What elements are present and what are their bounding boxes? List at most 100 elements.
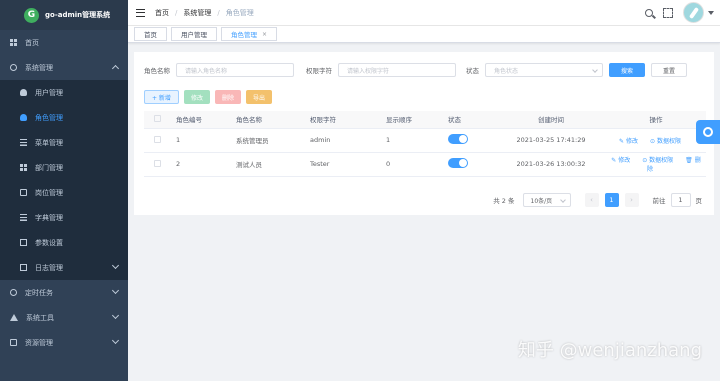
cell-created: 2021-03-26 13:00:32: [496, 152, 606, 177]
sidebar-item-posts[interactable]: 岗位管理: [0, 180, 128, 205]
caret-down-icon[interactable]: [708, 10, 714, 15]
next-page-button[interactable]: ›: [624, 193, 639, 207]
fullscreen-icon[interactable]: [663, 7, 673, 18]
row-edit-link[interactable]: ✎ 修改: [611, 157, 636, 164]
role-key-input[interactable]: 请输入权限字符: [338, 63, 456, 77]
post-icon: [20, 189, 27, 196]
row-data-scope-label: 数据权限: [649, 157, 674, 164]
breadcrumb-system[interactable]: 系统管理: [183, 8, 211, 18]
chevron-down-icon: [559, 197, 566, 203]
goto-suffix: 页: [695, 197, 703, 205]
sidebar-item-label: 日志管理: [35, 263, 63, 272]
status-select[interactable]: 角色状态: [485, 63, 603, 77]
search-button[interactable]: 搜索: [609, 63, 645, 77]
sidebar-item-label: 菜单管理: [35, 138, 63, 147]
watermark: 知乎 @wenjianzhang: [517, 340, 702, 361]
sidebar-item-home[interactable]: 首页: [0, 30, 128, 55]
cell-role-id: 2: [176, 152, 236, 177]
role-name-label: 角色名称: [144, 67, 170, 75]
row-select-cell: [144, 152, 176, 177]
sidebar-item-label: 角色管理: [35, 113, 63, 122]
sidebar-item-dict[interactable]: 字典管理: [0, 205, 128, 230]
cell-role-id: 1: [176, 128, 236, 153]
hamburger-icon[interactable]: [136, 8, 145, 17]
export-button[interactable]: 导出: [245, 90, 272, 104]
sidebar-item-params[interactable]: 参数设置: [0, 230, 128, 255]
sidebar-item-depts[interactable]: 部门管理: [0, 155, 128, 180]
table-row: 1 系统管理员 admin 1 2021-03-25 17:41:29 ✎ 修改…: [144, 128, 706, 153]
tag-home[interactable]: 首页: [134, 27, 167, 41]
tree-icon: [20, 164, 27, 171]
avatar[interactable]: [683, 2, 704, 23]
goto-input[interactable]: 1: [670, 193, 691, 207]
page-number-current[interactable]: 1: [604, 193, 619, 207]
settings-drawer-button[interactable]: [696, 120, 720, 144]
sidebar-item-label: 系统管理: [25, 63, 53, 72]
sidebar-item-label: 参数设置: [35, 238, 63, 247]
sidebar-item-tools[interactable]: 系统工具: [0, 305, 128, 330]
select-all-checkbox[interactable]: [154, 114, 161, 122]
sidebar-item-users[interactable]: 用户管理: [0, 80, 128, 105]
role-key-label: 权限字符: [306, 67, 332, 75]
navbar: 首页 / 系统管理 / 角色管理: [128, 0, 720, 25]
tags-view: 首页 用户管理 角色管理 ×: [128, 25, 720, 43]
row-data-scope-link[interactable]: ⊙ 数据权限: [650, 138, 687, 145]
col-created: 创建时间: [496, 111, 606, 129]
sidebar-item-system[interactable]: 系统管理: [0, 55, 128, 80]
breadcrumb-separator: /: [175, 8, 178, 17]
tag-users[interactable]: 用户管理: [171, 27, 217, 41]
status-switch[interactable]: [448, 134, 468, 144]
cell-sort: 1: [386, 128, 448, 153]
cell-role-key: admin: [310, 128, 386, 153]
sidebar-menu: 首页 系统管理 用户管理 角色管理 菜单管理 部门管理 岗位管理 字典管理 参数…: [0, 30, 128, 355]
status-placeholder: 角色状态: [494, 67, 519, 75]
sidebar-item-resources[interactable]: 资源管理: [0, 330, 128, 355]
sidebar-item-menus[interactable]: 菜单管理: [0, 130, 128, 155]
delete-button[interactable]: 删除: [214, 90, 241, 104]
role-name-input[interactable]: 请输入角色名称: [176, 63, 294, 77]
sidebar-item-label: 部门管理: [35, 163, 63, 172]
col-status: 状态: [448, 111, 496, 129]
tag-roles[interactable]: 角色管理 ×: [221, 27, 278, 41]
chevron-down-icon: [111, 286, 120, 295]
cell-role-key: Tester: [310, 152, 386, 177]
tool-icon: [10, 314, 18, 321]
sidebar-item-jobs[interactable]: 定时任务: [0, 280, 128, 305]
tag-label: 首页: [144, 31, 157, 39]
select-all-cell: [144, 111, 176, 129]
role-name-placeholder: 请输入角色名称: [185, 67, 228, 75]
app-logo[interactable]: G go-admin管理系统: [0, 0, 128, 30]
col-role-id: 角色编号: [176, 111, 236, 129]
add-button[interactable]: + 新增: [144, 90, 179, 104]
sidebar-item-label: 字典管理: [35, 213, 63, 222]
breadcrumb-home[interactable]: 首页: [155, 8, 169, 18]
prev-page-button[interactable]: ‹: [584, 193, 599, 207]
status-switch[interactable]: [448, 158, 468, 168]
sidebar-item-label: 首页: [25, 38, 39, 47]
job-icon: [10, 289, 17, 296]
delete-button-label: 删除: [221, 94, 234, 102]
sidebar-item-logs[interactable]: 日志管理: [0, 255, 128, 280]
page-jumper: 前往 1 页: [653, 193, 703, 207]
cell-ops: ✎ 修改 ⊙ 数据权限 🗑 删除: [606, 152, 706, 177]
dict-icon: [20, 214, 27, 221]
sidebar-item-roles[interactable]: 角色管理: [0, 105, 128, 130]
row-edit-link[interactable]: ✎ 修改: [619, 138, 644, 145]
row-select-cell: [144, 128, 176, 153]
main-area: 首页 / 系统管理 / 角色管理 首页 用户管理 角色管理 × 角色名称 请输入角…: [128, 0, 720, 381]
tag-label: 角色管理: [231, 31, 257, 39]
edit-button[interactable]: 修改: [183, 90, 210, 104]
pagination: 共 2 条 10条/页 ‹ 1 › 前往 1 页: [493, 193, 702, 207]
reset-button[interactable]: 重置: [651, 63, 687, 77]
breadcrumb: 首页 / 系统管理 / 角色管理: [155, 8, 254, 18]
row-data-scope-link[interactable]: ⊙ 数据权限: [642, 157, 679, 164]
row-checkbox[interactable]: [154, 159, 161, 167]
dashboard-icon: [10, 39, 17, 46]
search-icon[interactable]: [645, 8, 653, 17]
page-size-select[interactable]: 10条/页: [522, 193, 571, 207]
row-checkbox[interactable]: [154, 135, 161, 143]
cell-status: [448, 152, 496, 177]
table-toolbar: + 新增 修改 删除 导出: [144, 90, 277, 104]
close-icon[interactable]: ×: [262, 31, 267, 38]
page-size-value: 10条/页: [530, 197, 553, 205]
